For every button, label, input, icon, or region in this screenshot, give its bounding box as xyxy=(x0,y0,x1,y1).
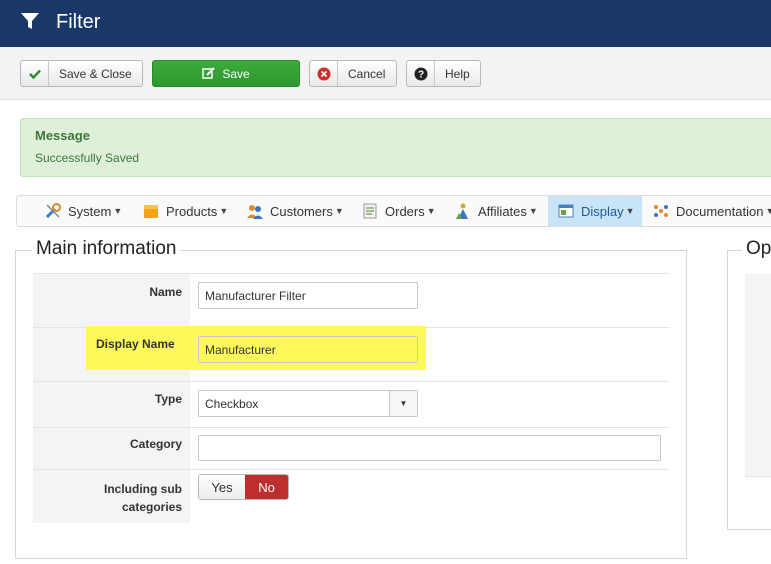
category-label: Category xyxy=(33,428,190,469)
type-select[interactable]: Checkbox ▼ xyxy=(198,390,418,417)
menu-orders[interactable]: Orders ▼ xyxy=(361,196,436,226)
menu-customers[interactable]: Customers ▼ xyxy=(246,196,344,226)
chevron-down-icon[interactable]: ▼ xyxy=(389,391,417,416)
menu-display[interactable]: Display ▼ xyxy=(548,196,642,226)
message-text: Successfully Saved xyxy=(35,151,140,165)
caret-down-icon: ▼ xyxy=(113,206,123,216)
document-icon xyxy=(363,203,377,219)
caret-down-icon: ▼ xyxy=(426,206,436,216)
window-icon xyxy=(558,204,574,218)
message-title: Message xyxy=(35,128,90,143)
save-button[interactable]: Save xyxy=(152,60,300,87)
help-button[interactable]: ? Help xyxy=(406,60,481,87)
gear-icon xyxy=(654,205,668,217)
name-label: Name xyxy=(33,274,190,327)
svg-text:?: ? xyxy=(417,69,423,80)
app-header: Filter xyxy=(0,0,771,47)
no-button[interactable]: No xyxy=(245,475,288,499)
save-close-button[interactable]: Save & Close xyxy=(20,60,143,87)
menu-affiliates[interactable]: Affiliates ▼ xyxy=(454,196,538,226)
category-input[interactable] xyxy=(198,435,661,461)
edit-icon xyxy=(202,67,216,79)
main-menu: System ▼ Products ▼ Customers ▼ Orders ▼ Aff… xyxy=(16,195,771,227)
caret-down-icon: ▼ xyxy=(219,206,229,216)
display-name-input[interactable]: Manufacturer xyxy=(198,336,418,363)
display-name-label: Display Name xyxy=(96,337,175,351)
page-title: Filter xyxy=(56,11,101,33)
yes-button[interactable]: Yes xyxy=(199,475,245,499)
caret-down-icon: ▼ xyxy=(625,206,635,216)
box-icon xyxy=(144,205,158,218)
question-icon: ? xyxy=(407,61,435,86)
caret-down-icon: ▼ xyxy=(334,206,344,216)
options-label-column xyxy=(745,274,771,476)
people-icon xyxy=(456,203,468,219)
menu-documentation[interactable]: Documentation ▼ xyxy=(652,196,771,226)
main-information-legend: Main information xyxy=(32,238,181,260)
options-legend: Op xyxy=(742,238,771,260)
menu-products[interactable]: Products ▼ xyxy=(142,196,228,226)
check-icon xyxy=(21,61,49,86)
users-icon xyxy=(247,205,263,219)
close-circle-icon xyxy=(310,61,338,86)
type-label: Type xyxy=(33,382,190,427)
menu-system[interactable]: System ▼ xyxy=(44,196,122,226)
form-row-including-sub: Including sub categories xyxy=(33,469,669,523)
cancel-button[interactable]: Cancel xyxy=(309,60,397,87)
wrench-icon xyxy=(45,203,61,219)
including-sub-toggle: Yes No xyxy=(198,474,289,500)
caret-down-icon: ▼ xyxy=(528,206,538,216)
options-row xyxy=(745,476,771,477)
name-input[interactable]: Manufacturer Filter xyxy=(198,282,418,309)
filter-icon xyxy=(21,13,39,29)
success-message: Message Successfully Saved xyxy=(20,118,771,177)
toolbar: Save & Close Save Cancel ? Help xyxy=(0,47,771,100)
caret-down-icon: ▼ xyxy=(765,206,771,216)
including-sub-label: Including sub categories xyxy=(33,470,190,523)
